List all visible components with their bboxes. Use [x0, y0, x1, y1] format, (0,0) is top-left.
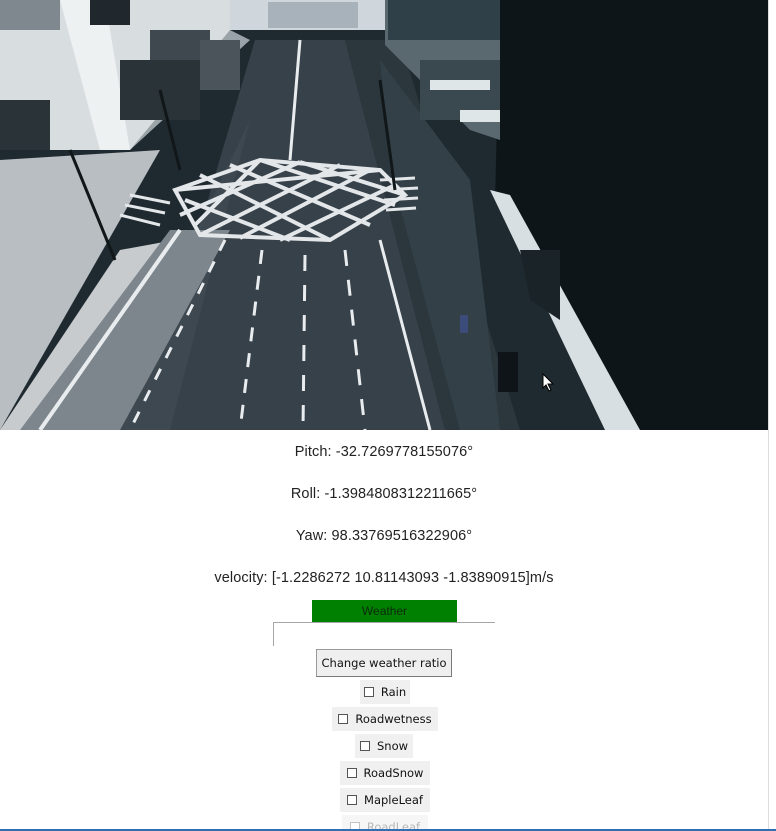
scrollbar-track[interactable]	[768, 0, 776, 831]
checkbox-label-mapleleaf: MapleLeaf	[364, 793, 423, 807]
checkbox-box[interactable]	[338, 714, 349, 724]
checkbox-label-rain: Rain	[380, 685, 407, 699]
checkbox-label-roadsnow: RoadSnow	[363, 766, 424, 780]
pitch-readout: Pitch: -32.7269778155076°	[294, 444, 474, 460]
mouse-cursor-icon	[542, 373, 555, 392]
checkbox-box[interactable]	[359, 741, 370, 751]
yaw-readout: Yaw: 98.33769516322906°	[295, 528, 473, 544]
checkbox-box[interactable]	[363, 687, 374, 697]
checkbox-mapleleaf[interactable]: MapleLeaf	[340, 788, 430, 812]
checkbox-snow[interactable]: Snow	[355, 734, 413, 758]
roll-readout: Roll: -1.3984808312211665°	[290, 486, 478, 502]
checkbox-roadwetness[interactable]: Roadwetness	[332, 707, 438, 731]
simulator-page: Pitch: -32.7269778155076° Roll: -1.39848…	[0, 0, 776, 831]
camera-view	[0, 0, 768, 430]
velocity-readout: velocity: [-1.2286272 10.81143093 -1.838…	[214, 570, 554, 586]
change-weather-ratio-button[interactable]: Change weather ratio	[316, 649, 452, 677]
street-scene-image	[0, 0, 768, 430]
checkbox-label-roadwetness: Roadwetness	[355, 712, 432, 726]
weather-panel	[273, 622, 495, 646]
checkbox-rain[interactable]: Rain	[360, 680, 410, 704]
checkbox-label-snow: Snow	[376, 739, 409, 753]
weather-header: Weather	[312, 600, 457, 622]
checkbox-roadsnow[interactable]: RoadSnow	[340, 761, 430, 785]
checkbox-box[interactable]	[346, 768, 357, 778]
checkbox-box[interactable]	[347, 795, 358, 805]
